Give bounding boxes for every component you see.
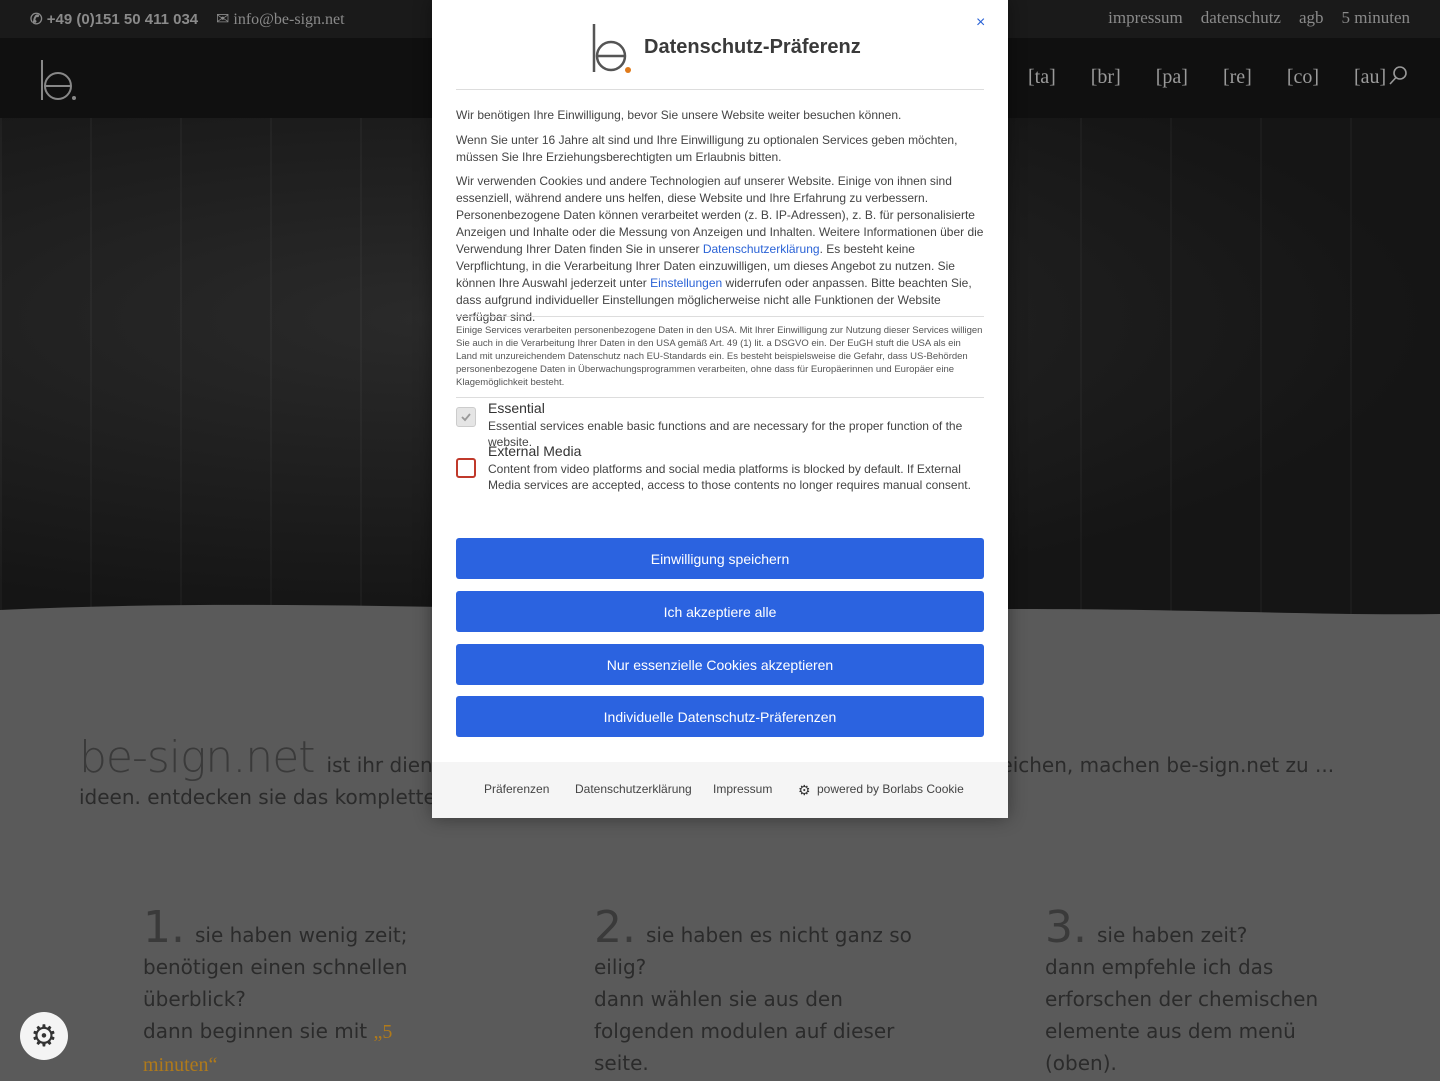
cookie-explanation: Wir verwenden Cookies und andere Technol… [456, 173, 984, 326]
individual-preferences-button[interactable]: Individuelle Datenschutz-Präferenzen [456, 696, 984, 737]
intro-brand: be-sign.net [79, 732, 316, 783]
cookie-consent-dialog: Datenschutz-Präferenz × Wir benötigen Ih… [432, 0, 1008, 818]
step-number: 3. [1045, 902, 1087, 953]
site-logo[interactable] [38, 58, 78, 102]
step-line: sie haben zeit? [1096, 923, 1248, 947]
step-line: dann empfehle ich das erforschen der che… [1045, 955, 1319, 1075]
step-3: 3. sie haben zeit? dann empfehle ich das … [1045, 906, 1365, 1079]
link-5-minuten[interactable]: 5 minuten [1342, 8, 1410, 28]
accept-all-button[interactable]: Ich akzeptiere alle [456, 591, 984, 632]
close-icon[interactable]: × [976, 14, 985, 32]
phone-text: +49 (0)151 50 411 034 [46, 11, 199, 28]
divider [456, 316, 984, 317]
service-title-essential: Essential [488, 400, 545, 416]
email-text: info@be-sign.net [233, 11, 345, 28]
divider [456, 89, 984, 90]
save-consent-button[interactable]: Einwilligung speichern [456, 538, 984, 579]
footer-link-privacy[interactable]: Datenschutzerklärung [575, 782, 692, 796]
link-datenschutz[interactable]: datenschutz [1201, 8, 1281, 28]
settings-link[interactable]: Einstellungen [650, 276, 722, 290]
usa-data-notice: Einige Services verarbeiten personenbezo… [456, 325, 983, 388]
age-notice: Wenn Sie unter 16 Jahre alt sind und Ihr… [456, 133, 958, 164]
footer-link-imprint[interactable]: Impressum [713, 782, 772, 796]
dialog-logo [592, 24, 631, 73]
essential-only-button[interactable]: Nur essenzielle Cookies akzeptieren [456, 644, 984, 685]
nav-item-br[interactable]: [br] [1091, 66, 1121, 89]
footer-link-borlabs[interactable]: powered by Borlabs Cookie [817, 782, 964, 796]
step-line: dann wählen sie aus den folgenden module… [594, 987, 895, 1075]
step-line: dann beginnen sie mit [143, 1019, 374, 1043]
external-media-checkbox[interactable] [456, 458, 476, 478]
link-agb[interactable]: agb [1299, 8, 1324, 28]
nav-item-re[interactable]: [re] [1223, 66, 1252, 89]
footer-link-preferences[interactable]: Präferenzen [484, 782, 549, 796]
service-desc-external-media: Content from video platforms and social … [488, 462, 971, 492]
nav-item-pa[interactable]: [pa] [1156, 66, 1188, 89]
step-number: 1. [143, 902, 185, 953]
step-line: sie haben es nicht ganz so eilig? [594, 923, 912, 979]
borlabs-gear-icon: ⚙ [798, 782, 811, 798]
phone-number[interactable]: ✆ +49 (0)151 50 411 034 [30, 10, 198, 28]
nav-item-ta[interactable]: [ta] [1028, 66, 1056, 89]
main-nav: [ta] [br] [pa] [re] [co] [au] [1028, 66, 1421, 89]
email-link[interactable]: ✉ info@be-sign.net [216, 9, 345, 29]
privacy-policy-link[interactable]: Datenschutzerklärung [703, 242, 820, 256]
top-links: impressum datenschutz agb 5 minuten [1108, 8, 1410, 28]
cookie-settings-fab[interactable]: ⚙ [20, 1012, 68, 1060]
dialog-title: Datenschutz-Präferenz [644, 36, 861, 58]
step-1: 1. sie haben wenig zeit; benötigen einen … [143, 906, 463, 1081]
search-icon[interactable] [1388, 64, 1410, 86]
service-title-external-media: External Media [488, 443, 582, 459]
dialog-footer: Präferenzen Datenschutzerklärung Impress… [432, 762, 1008, 818]
step-2: 2. sie haben es nicht ganz so eilig? dann… [594, 906, 914, 1079]
consent-intro: Wir benötigen Ihre Einwilligung, bevor S… [456, 108, 902, 122]
divider [456, 397, 984, 398]
gear-icon: ⚙ [30, 1019, 58, 1053]
step-number: 2. [594, 902, 636, 953]
checkmark-icon [461, 413, 471, 422]
essential-checkbox[interactable] [456, 407, 476, 427]
nav-item-co[interactable]: [co] [1287, 66, 1319, 89]
nav-item-au[interactable]: [au] [1354, 66, 1386, 89]
link-impressum[interactable]: impressum [1108, 8, 1183, 28]
